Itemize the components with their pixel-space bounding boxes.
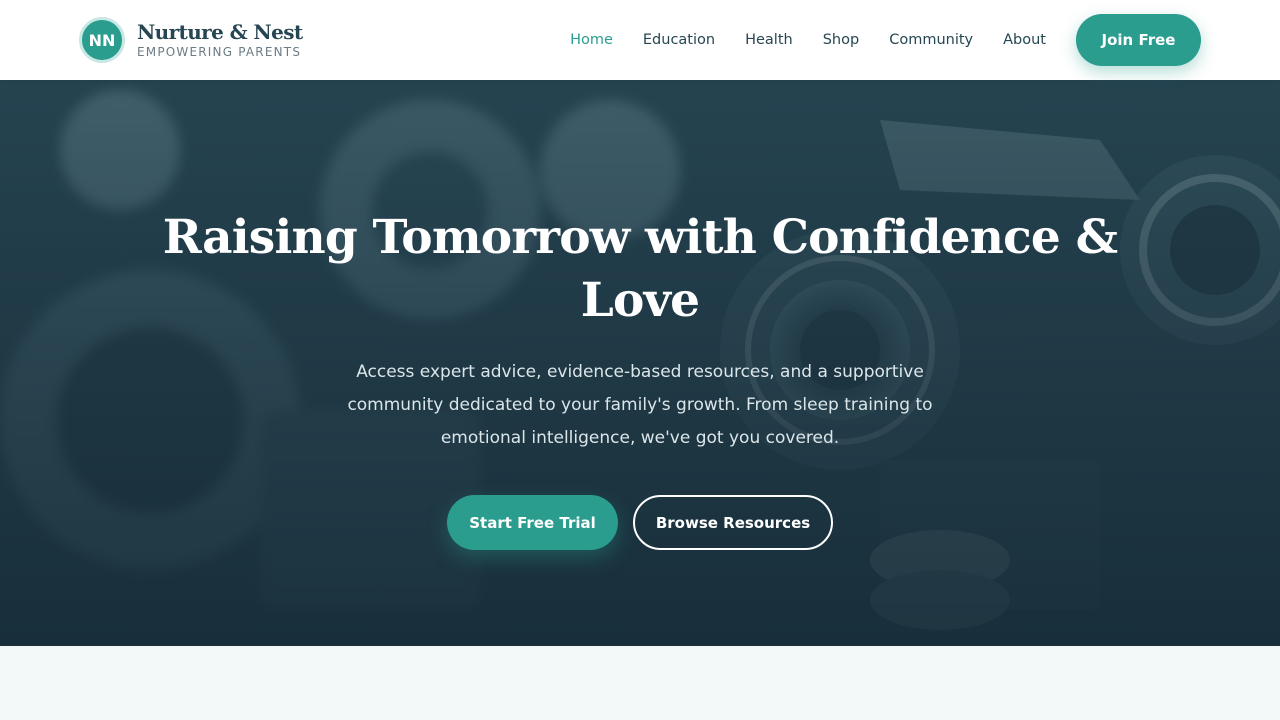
nav-link-health[interactable]: Health <box>745 32 793 48</box>
brand-tagline: EMPOWERING PARENTS <box>137 45 302 59</box>
next-section <box>0 646 1280 720</box>
brand[interactable]: NN Nurture & Nest EMPOWERING PARENTS <box>79 17 303 63</box>
nav-link-shop[interactable]: Shop <box>823 32 859 48</box>
nav-link-community[interactable]: Community <box>889 32 973 48</box>
hero-actions: Start Free Trial Browse Resources <box>0 495 1280 550</box>
hero-content: Raising Tomorrow with Confidence & Love … <box>0 80 1280 646</box>
browse-resources-button[interactable]: Browse Resources <box>633 495 833 550</box>
site-header: NN Nurture & Nest EMPOWERING PARENTS Hom… <box>0 0 1280 80</box>
brand-name: Nurture & Nest <box>137 20 303 44</box>
nav-link-education[interactable]: Education <box>643 32 715 48</box>
nav-link-home[interactable]: Home <box>570 32 613 48</box>
hero-subtitle: Access expert advice, evidence-based res… <box>347 362 933 448</box>
logo-icon: NN <box>79 17 125 63</box>
brand-text: Nurture & Nest EMPOWERING PARENTS <box>137 20 303 60</box>
hero-section: Raising Tomorrow with Confidence & Love … <box>0 80 1280 646</box>
main-nav: Home Education Health Shop Community Abo… <box>540 14 1201 66</box>
join-free-button[interactable]: Join Free <box>1076 14 1201 66</box>
hero-title: Raising Tomorrow with Confidence & Love <box>162 210 1118 328</box>
nav-link-about[interactable]: About <box>1003 32 1046 48</box>
start-free-trial-button[interactable]: Start Free Trial <box>447 495 618 550</box>
